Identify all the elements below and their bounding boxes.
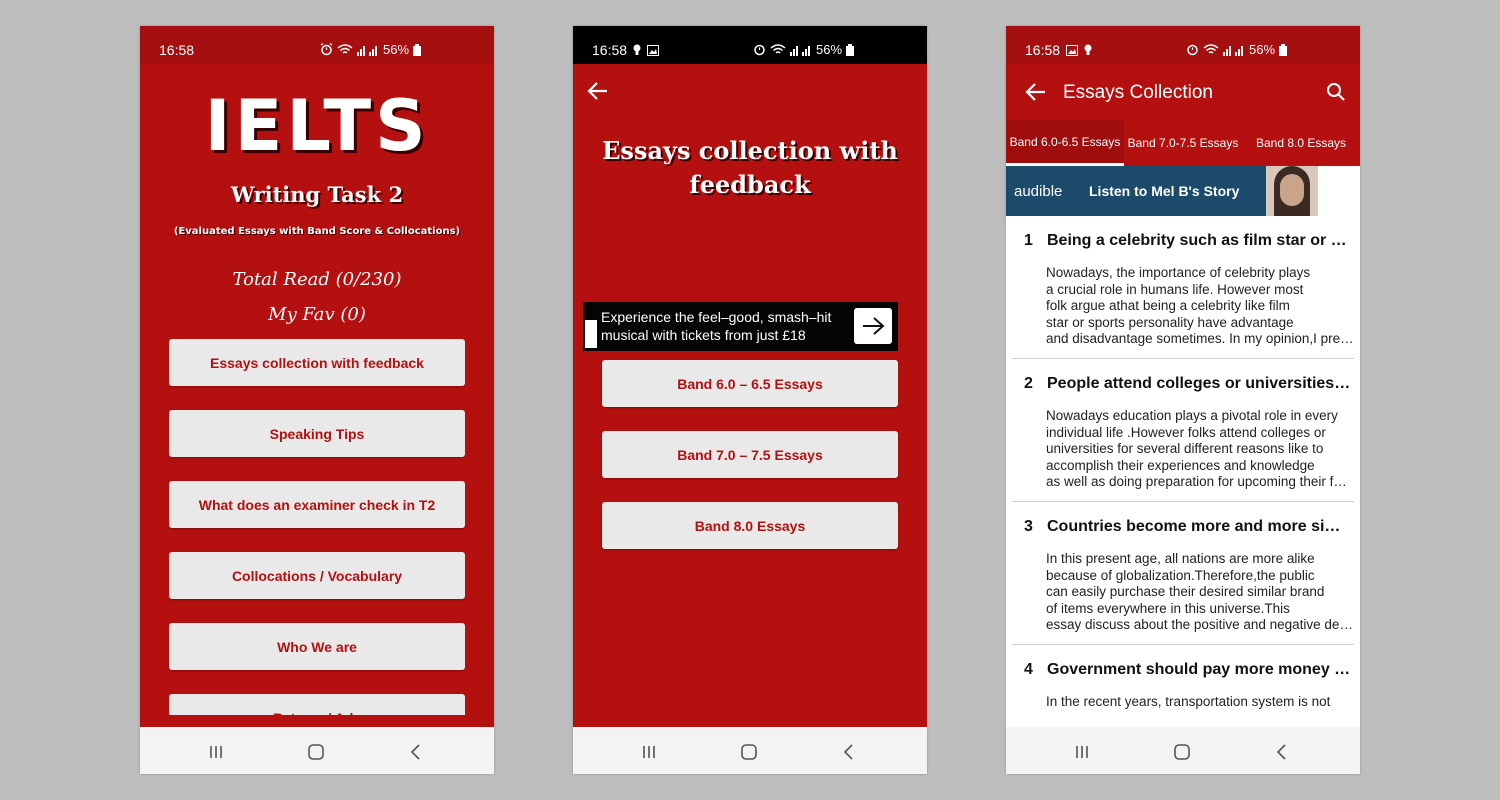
- essays-collection-button[interactable]: Essays collection with feedback: [169, 339, 465, 386]
- band-7-button[interactable]: Band 7.0 – 7.5 Essays: [602, 431, 898, 478]
- status-icons: 56%: [1186, 42, 1288, 57]
- list-item[interactable]: 2 People attend colleges or universities…: [1012, 359, 1354, 502]
- app-tagline: (Evaluated Essays with Band Score & Coll…: [173, 226, 461, 237]
- battery-icon: [413, 43, 422, 56]
- app-bar: Essays Collection: [1006, 64, 1360, 120]
- home-icon[interactable]: [1172, 743, 1192, 761]
- system-navbar: [140, 727, 494, 774]
- band-6-button[interactable]: Band 6.0 – 6.5 Essays: [602, 360, 898, 407]
- recents-icon[interactable]: [206, 743, 226, 761]
- essay-number: 1: [1024, 232, 1033, 249]
- back-arrow-icon[interactable]: [1024, 80, 1048, 104]
- recents-icon[interactable]: [639, 743, 659, 761]
- status-time: 16:58: [1025, 42, 1092, 58]
- total-read-counter[interactable]: Total Read (0/230): [140, 269, 494, 290]
- audible-ad-banner[interactable]: audible Listen to Mel B's Story: [1006, 166, 1318, 216]
- wifi-icon: [770, 43, 786, 54]
- essay-number: 4: [1024, 661, 1033, 678]
- tab-band-8[interactable]: Band 8.0 Essays: [1242, 120, 1360, 166]
- recents-icon[interactable]: [1072, 743, 1092, 761]
- band-list: Band 6.0 – 6.5 Essays Band 7.0 – 7.5 Ess…: [602, 360, 898, 573]
- page-title: Essays Collection: [1063, 82, 1213, 103]
- tab-band-6[interactable]: Band 6.0-6.5 Essays: [1006, 120, 1124, 166]
- adchoices-icon[interactable]: [585, 320, 597, 348]
- signal-icon: [1223, 45, 1243, 56]
- status-bar: 16:58 56%: [140, 26, 494, 64]
- signal-icon: [357, 45, 377, 56]
- home-icon[interactable]: [306, 743, 326, 761]
- adchoices-icon[interactable]: [1318, 166, 1332, 216]
- phone-screen-essays-menu: 16:58 56% Essays collection with feedbac…: [573, 26, 927, 774]
- who-we-are-button[interactable]: Who We are: [169, 623, 465, 670]
- main-menu: Essays collection with feedback Speaking…: [169, 339, 465, 715]
- back-nav-icon[interactable]: [1272, 743, 1292, 761]
- back-nav-icon[interactable]: [839, 743, 859, 761]
- essay-excerpt: Nowadays education plays a pivotal role …: [1046, 408, 1354, 489]
- status-bar: 16:58 56%: [1006, 26, 1360, 64]
- speaking-tips-button[interactable]: Speaking Tips: [169, 410, 465, 457]
- signal-icon: [790, 45, 810, 56]
- system-navbar: [573, 727, 927, 774]
- phone-screen-home: 16:58 56% IELTS Writing Task 2 (Evaluate…: [140, 26, 494, 774]
- status-bar: 16:58 56%: [573, 26, 927, 64]
- ad-text: Experience the feel–good, smash–hit musi…: [601, 309, 832, 343]
- alarm-icon: [754, 44, 765, 56]
- rate-us-button[interactable]: Rate us / Ads: [169, 694, 465, 715]
- ad-headline: Listen to Mel B's Story: [1089, 183, 1240, 199]
- list-item[interactable]: 3 Countries become more and more similar…: [1012, 502, 1354, 645]
- audible-logo: audible: [1014, 183, 1063, 200]
- page-title: Essays collection with feedback: [602, 136, 898, 199]
- status-time: 16:58: [159, 42, 195, 58]
- battery-text: 56%: [1249, 42, 1276, 57]
- ad-banner[interactable]: Experience the feel–good, smash–hit musi…: [583, 302, 898, 351]
- image-icon: [647, 44, 660, 56]
- status-icons: 56%: [753, 42, 855, 57]
- list-item[interactable]: 4 Government should pay more money on pu…: [1012, 645, 1354, 727]
- essay-number: 3: [1024, 518, 1033, 535]
- wifi-icon: [1203, 43, 1219, 54]
- essay-title: People attend colleges or universities f…: [1047, 375, 1354, 392]
- phone-screen-essay-list: 16:58 56% Essays Collection Band 6.0-6.5…: [1006, 26, 1360, 774]
- app-title: IELTS: [204, 85, 430, 167]
- system-navbar: [1006, 727, 1360, 774]
- essay-title: Being a celebrity such as film star or s…: [1047, 232, 1354, 249]
- essay-list: 1 Being a celebrity such as film star or…: [1006, 216, 1360, 727]
- collocations-button[interactable]: Collocations / Vocabulary: [169, 552, 465, 599]
- back-nav-icon[interactable]: [406, 743, 426, 761]
- alarm-icon: [320, 43, 333, 56]
- image-icon: [1066, 44, 1079, 56]
- back-arrow-icon[interactable]: [585, 78, 611, 104]
- essay-excerpt: In the recent years, transportation syst…: [1046, 694, 1331, 709]
- essays-menu-panel: Essays collection with feedback Experien…: [573, 64, 927, 727]
- examiner-check-button[interactable]: What does an examiner check in T2: [169, 481, 465, 528]
- battery-icon: [846, 43, 855, 56]
- bulb-icon: [1084, 44, 1092, 55]
- status-icons: 56%: [320, 42, 422, 57]
- alarm-icon: [1187, 44, 1198, 56]
- essay-number: 2: [1024, 375, 1033, 392]
- battery-text: 56%: [816, 42, 843, 57]
- essay-excerpt: Nowadays, the importance of celebrity pl…: [1046, 265, 1354, 346]
- my-fav-counter[interactable]: My Fav (0): [140, 304, 494, 325]
- app-subtitle: Writing Task 2: [230, 182, 404, 207]
- bulb-icon: [633, 44, 641, 55]
- tab-band-7[interactable]: Band 7.0-7.5 Essays: [1124, 120, 1242, 166]
- wifi-icon: [337, 43, 353, 54]
- essay-title: Government should pay more money on publ…: [1047, 661, 1354, 678]
- band-tabs: Band 6.0-6.5 Essays Band 7.0-7.5 Essays …: [1006, 120, 1360, 166]
- search-icon[interactable]: [1326, 82, 1346, 102]
- battery-icon: [1279, 43, 1288, 56]
- status-time: 16:58: [592, 42, 660, 58]
- list-item[interactable]: 1 Being a celebrity such as film star or…: [1012, 216, 1354, 359]
- ad-arrow-icon[interactable]: [854, 308, 892, 344]
- essay-title: Countries become more and more similar t…: [1047, 518, 1354, 535]
- band-8-button[interactable]: Band 8.0 Essays: [602, 502, 898, 549]
- battery-text: 56%: [383, 42, 410, 57]
- essay-excerpt: In this present age, all nations are mor…: [1046, 551, 1354, 632]
- home-icon[interactable]: [739, 743, 759, 761]
- ad-portrait: [1266, 166, 1318, 216]
